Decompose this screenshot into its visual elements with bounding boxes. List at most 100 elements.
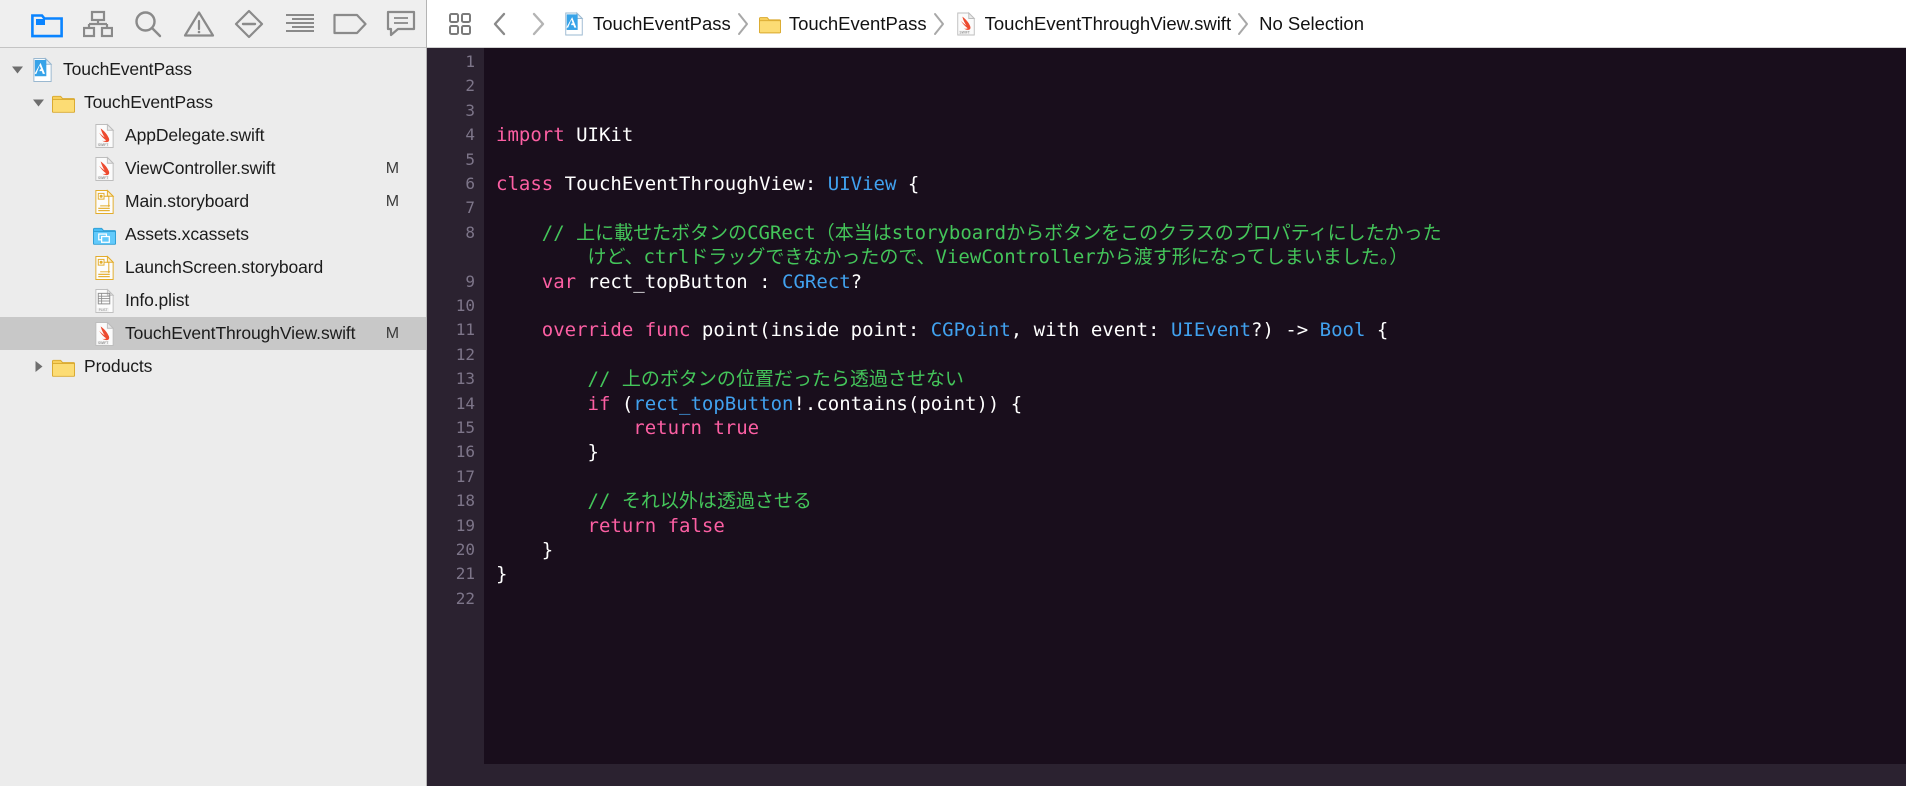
chevron-left-icon[interactable]: [481, 0, 519, 48]
code-token: Bool: [1319, 319, 1366, 342]
source-control-icon[interactable]: [73, 3, 124, 45]
code-line-15: return true: [496, 416, 759, 440]
tree-row-label: LaunchScreen.storyboard: [125, 257, 324, 277]
code-token: rect_topButton: [633, 392, 794, 415]
line-number-gutter: 1 2 3 4 5 6 7 8 9 10 11 12 13 14 15 16 17 18 19 20 21 22: [427, 48, 484, 786]
breadcrumb: TouchEventPass TouchEventPass SWIFT Touch…: [557, 0, 1366, 48]
tree-row-products[interactable]: Products: [0, 350, 426, 383]
report-comment-icon[interactable]: [376, 3, 427, 45]
breadcrumb-item-1[interactable]: TouchEventPass: [753, 0, 929, 48]
tree-row-label: ViewController.swift: [125, 158, 276, 178]
modified-badge: M: [385, 324, 399, 342]
storyboard-file-icon: [93, 188, 116, 215]
folder-icon: [52, 354, 75, 380]
line-number: 4: [465, 125, 475, 145]
storyboard-file-icon: [93, 254, 116, 281]
code-token: けど、ctrlドラッグできなかったので、ViewControllerから渡す形に…: [496, 246, 1409, 269]
breadcrumb-label: No Selection: [1259, 12, 1364, 34]
code-line-11: override func point(inside point: CGPoin…: [496, 318, 1389, 342]
tree-row-info-plist[interactable]: PLIST Info.plist: [0, 284, 426, 317]
code-token: TouchEventThroughView:: [553, 173, 828, 195]
line-number: 12: [455, 344, 475, 364]
code-token: class: [496, 173, 554, 195]
project-file-tree: TouchEventPass TouchEventPass SWIFT AppDe…: [0, 48, 426, 786]
warning-icon[interactable]: [174, 3, 225, 45]
line-number: 10: [455, 296, 475, 315]
swift-file-icon: SWIFT: [93, 122, 116, 149]
code-line-4: import UIKit: [496, 123, 633, 147]
modified-badge: M: [385, 159, 399, 177]
tree-row-label: Main.storyboard: [125, 191, 249, 211]
related-items-icon[interactable]: [439, 0, 481, 48]
xcassets-icon: [93, 222, 116, 248]
swift-file-icon: SWIFT: [93, 155, 116, 182]
code-token: var: [541, 270, 577, 293]
tree-row-assets-xcassets[interactable]: Assets.xcassets: [0, 218, 426, 251]
tree-row-toucheventthroughview-swift[interactable]: SWIFT TouchEventThroughView.swift M: [0, 317, 426, 350]
tree-row-viewcontroller-swift[interactable]: SWIFT ViewController.swift M: [0, 152, 426, 185]
code-token: return true: [633, 417, 760, 439]
code-line-20: }: [496, 538, 553, 562]
code-token: // 上に載せたボタンのCGRect（本当はstoryboardからボタンをこの…: [496, 221, 1442, 244]
line-number: 19: [455, 515, 475, 535]
line-number: 22: [455, 588, 475, 608]
xcode-window: TouchEventPass TouchEventPass SWIFT AppDe…: [0, 0, 1906, 786]
breadcrumb-item-2[interactable]: SWIFT TouchEventThroughView.swift: [949, 0, 1233, 48]
tree-row-label: TouchEventPass: [84, 92, 213, 112]
line-number: 9: [465, 271, 475, 291]
code-token: UIKit: [564, 124, 634, 147]
debug-list-icon[interactable]: [275, 3, 326, 45]
code-token: import: [496, 124, 565, 147]
disclosure-triangle-open-icon[interactable]: [31, 95, 46, 110]
search-icon[interactable]: [123, 3, 174, 45]
tree-row-label: Assets.xcassets: [125, 224, 249, 244]
disclosure-triangle-closed-icon[interactable]: [31, 359, 46, 374]
code-token: , with event:: [1010, 319, 1171, 342]
code-token: !.contains(point)) {: [793, 392, 1023, 415]
tree-row-toucheventpass[interactable]: TouchEventPass: [0, 53, 426, 86]
code-token: {: [1365, 319, 1389, 342]
disclosure-triangle-open-icon[interactable]: [10, 62, 25, 77]
chevron-right-icon[interactable]: [519, 0, 557, 48]
code-line-14: if (rect_topButton!.contains(point)) {: [496, 392, 1023, 416]
tree-row-main-storyboard[interactable]: Main.storyboard M: [0, 185, 426, 218]
line-number: 8: [465, 222, 475, 242]
line-number: 21: [455, 564, 475, 584]
code-line-6: class TouchEventThroughView: UIView {: [496, 172, 919, 196]
svg-text:SWIFT: SWIFT: [959, 30, 970, 34]
breadcrumb-item-0[interactable]: TouchEventPass: [557, 0, 733, 48]
code-token: CGPoint: [930, 319, 1011, 342]
line-number: 2: [465, 76, 475, 96]
code-line-13: // 上のボタンの位置だったら透過させない: [496, 367, 964, 391]
code-token: // 上のボタンの位置だったら透過させない: [496, 368, 964, 391]
breadcrumb-separator-icon: [1233, 0, 1253, 48]
folder-icon[interactable]: [22, 3, 73, 45]
modified-badge: M: [385, 192, 399, 210]
code-token: }: [496, 441, 599, 464]
editor-pane: TouchEventPass TouchEventPass SWIFT Touch…: [427, 0, 1906, 786]
breadcrumb-item-3[interactable]: No Selection: [1253, 0, 1366, 48]
source-code-editor[interactable]: 1 2 3 4 5 6 7 8 9 10 11 12 13 14 15 16 17 18 19 20 21 22 impo…: [427, 48, 1906, 786]
line-number: 5: [465, 149, 475, 169]
tree-row-appdelegate-swift[interactable]: SWIFT AppDelegate.swift: [0, 119, 426, 152]
breadcrumb-label: TouchEventThroughView.swift: [984, 12, 1232, 34]
test-diamond-icon[interactable]: [224, 3, 275, 45]
tree-row-label: Info.plist: [125, 290, 190, 310]
tree-row-launchscreen-storyboard[interactable]: LaunchScreen.storyboard: [0, 251, 426, 284]
navigator-selector-bar: [0, 0, 426, 48]
code-token: UIEvent: [1170, 319, 1252, 342]
tree-row-toucheventpass[interactable]: TouchEventPass: [0, 86, 426, 119]
svg-text:SWIFT: SWIFT: [98, 143, 109, 147]
code-token: ?) ->: [1251, 319, 1320, 342]
code-text[interactable]: import UIKit class TouchEventThroughView:…: [484, 48, 1906, 786]
breakpoint-tag-icon[interactable]: [325, 3, 376, 45]
